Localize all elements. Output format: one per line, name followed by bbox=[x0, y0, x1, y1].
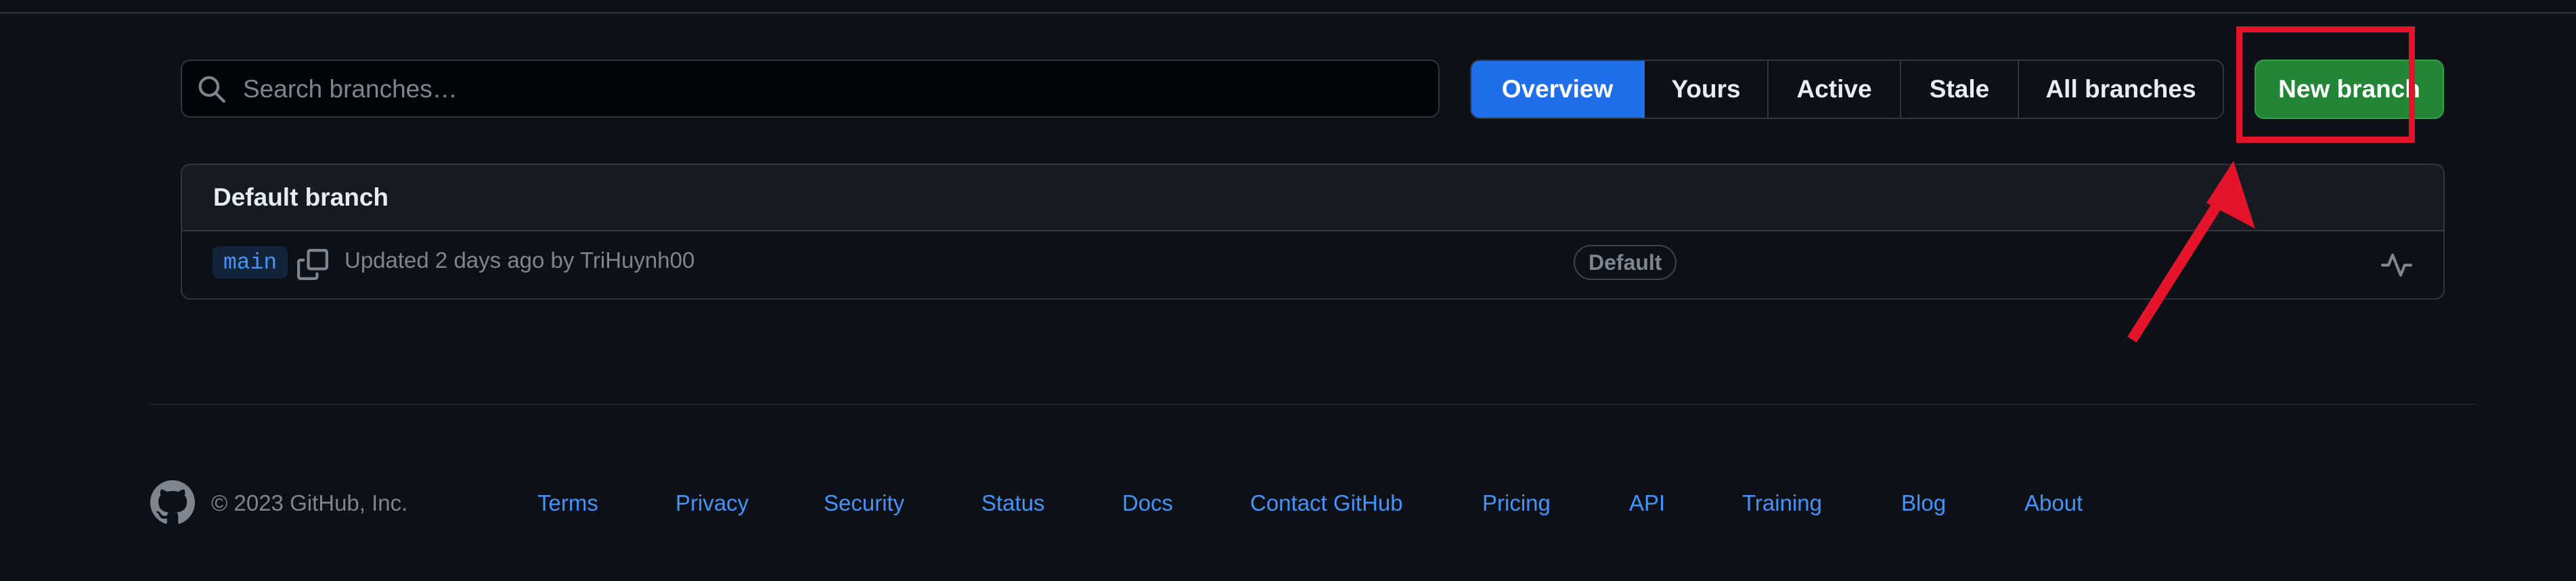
footer-divider bbox=[150, 404, 2475, 405]
search-branches[interactable] bbox=[181, 60, 1440, 118]
tab-stale[interactable]: Stale bbox=[1901, 61, 2019, 118]
tab-active[interactable]: Active bbox=[1769, 61, 1901, 118]
copyright-text: © 2023 GitHub, Inc. bbox=[211, 490, 408, 515]
tab-all-branches[interactable]: All branches bbox=[2019, 61, 2223, 118]
footer-link-about[interactable]: About bbox=[2024, 490, 2083, 516]
footer-link-blog[interactable]: Blog bbox=[1901, 490, 1946, 516]
footer-link-terms[interactable]: Terms bbox=[537, 490, 598, 516]
default-badge: Default bbox=[1574, 245, 1677, 280]
footer-link-privacy[interactable]: Privacy bbox=[675, 490, 749, 516]
tab-yours[interactable]: Yours bbox=[1645, 61, 1769, 118]
tab-overview[interactable]: Overview bbox=[1471, 61, 1645, 118]
footer-link-training[interactable]: Training bbox=[1742, 490, 1822, 516]
search-input[interactable] bbox=[242, 61, 1422, 118]
footer-link-security[interactable]: Security bbox=[824, 490, 904, 516]
copy-icon[interactable] bbox=[297, 249, 328, 280]
branch-filter-tabs: Overview Yours Active Stale All branches bbox=[1470, 60, 2224, 119]
top-divider bbox=[0, 0, 2576, 14]
annotation-arrow bbox=[2127, 161, 2255, 343]
footer-link-pricing[interactable]: Pricing bbox=[1482, 490, 1551, 516]
updated-info: Updated 2 days ago by TriHuynh00 bbox=[345, 248, 694, 273]
github-logo-icon[interactable] bbox=[150, 480, 195, 525]
highlight-box bbox=[2236, 26, 2415, 143]
footer-link-docs[interactable]: Docs bbox=[1122, 490, 1173, 516]
activity-icon[interactable] bbox=[2380, 249, 2413, 281]
search-icon bbox=[198, 76, 225, 103]
author-link[interactable]: TriHuynh00 bbox=[580, 248, 694, 273]
updated-text: Updated 2 days ago by bbox=[345, 248, 580, 273]
branch-name-link[interactable]: main bbox=[213, 246, 288, 279]
footer-link-api[interactable]: API bbox=[1629, 490, 1665, 516]
footer-link-status[interactable]: Status bbox=[981, 490, 1045, 516]
footer-link-contact-github[interactable]: Contact GitHub bbox=[1250, 490, 1403, 516]
